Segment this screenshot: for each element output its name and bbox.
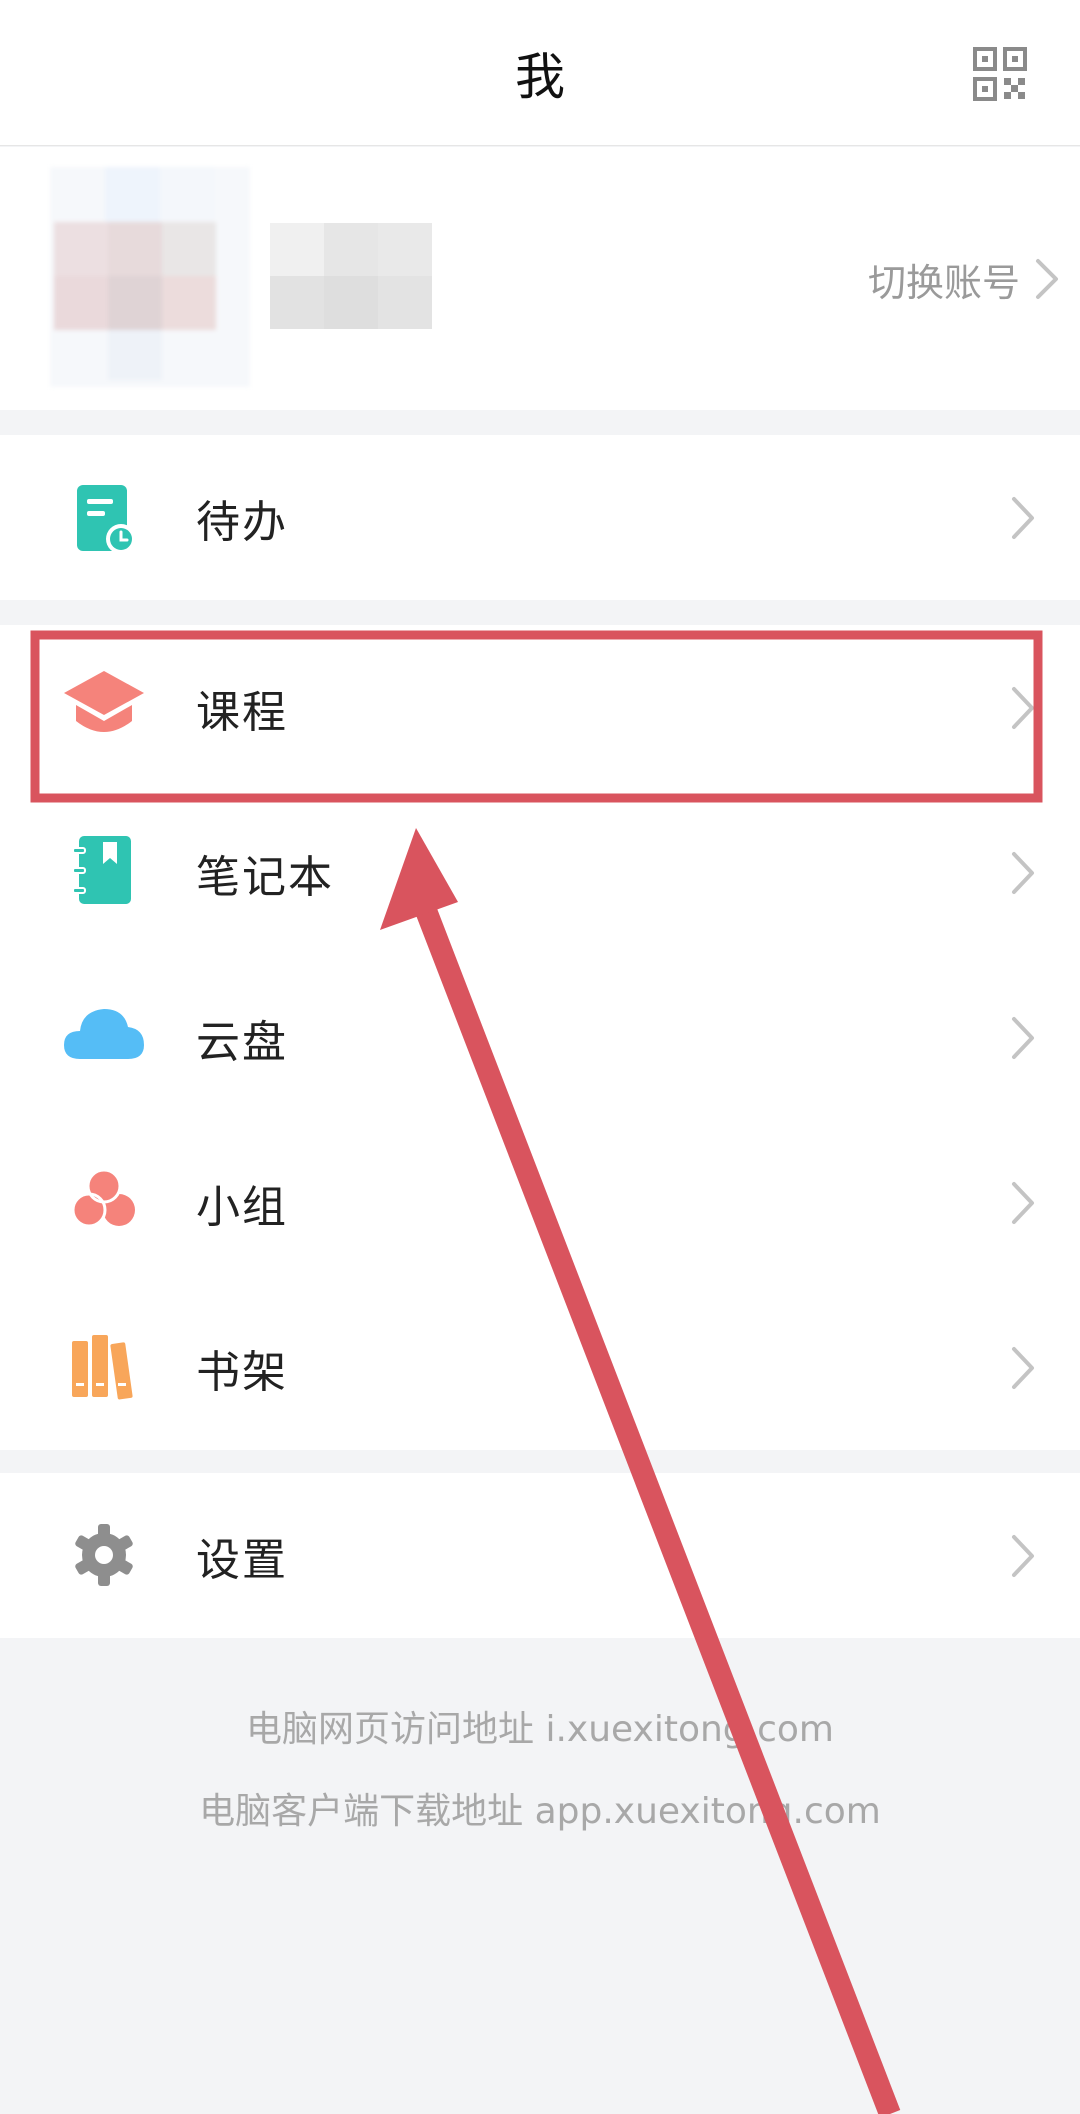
- chevron-right-icon: [1012, 1181, 1034, 1224]
- profile-card[interactable]: 切换账号: [0, 147, 1080, 410]
- menu-label: 笔记本: [196, 851, 334, 903]
- avatar[interactable]: [50, 167, 250, 387]
- chevron-right-icon: [1012, 851, 1034, 894]
- qr-code-icon[interactable]: [972, 46, 1028, 102]
- page-title: 我: [515, 48, 565, 106]
- settings-group: 设置: [0, 1473, 1080, 1638]
- gear-icon: [62, 1513, 146, 1597]
- username-blurred: [270, 223, 432, 329]
- menu-label: 书架: [196, 1346, 288, 1398]
- menu-label: 小组: [196, 1181, 288, 1233]
- chevron-right-icon: [1012, 1346, 1034, 1389]
- chevron-right-icon: [1012, 1016, 1034, 1059]
- client-download-text: 电脑客户端下载地址 app.xuexitong.com: [199, 1791, 881, 1832]
- menu-label: 设置: [196, 1534, 288, 1586]
- menu-label: 课程: [196, 686, 288, 738]
- my-page: 我 切换账号 待办 课程 笔记本 云盘 小组 书架 设置 电脑网页访问地址 i.…: [0, 0, 1080, 2114]
- menu-item-cloud[interactable]: 云盘: [0, 955, 1080, 1120]
- todo-group: 待办: [0, 435, 1080, 600]
- menu-item-course[interactable]: 课程: [0, 625, 1080, 790]
- menu-item-bookshelf[interactable]: 书架: [0, 1285, 1080, 1450]
- group-icon: [62, 1158, 146, 1242]
- web-address-text: 电脑网页访问地址 i.xuexitong.com: [246, 1709, 834, 1750]
- menu-item-todo[interactable]: 待办: [0, 435, 1080, 600]
- menu-item-settings[interactable]: 设置: [0, 1473, 1080, 1638]
- chevron-right-icon: [1012, 496, 1034, 539]
- graduation-cap-icon: [62, 663, 146, 747]
- chevron-right-icon: [1036, 259, 1058, 299]
- chevron-right-icon: [1012, 1534, 1034, 1577]
- main-menu-group: 课程 笔记本 云盘 小组 书架: [0, 625, 1080, 1450]
- menu-item-notebook[interactable]: 笔记本: [0, 790, 1080, 955]
- menu-label: 云盘: [196, 1016, 288, 1068]
- cloud-icon: [62, 993, 146, 1077]
- switch-account-button[interactable]: 切换账号: [868, 249, 1060, 309]
- bookshelf-icon: [62, 1323, 146, 1407]
- menu-label: 待办: [196, 496, 288, 548]
- todo-icon: [62, 479, 146, 563]
- notebook-icon: [62, 828, 146, 912]
- top-bar: 我: [0, 0, 1080, 146]
- chevron-right-icon: [1012, 686, 1034, 729]
- menu-item-group[interactable]: 小组: [0, 1120, 1080, 1285]
- switch-account-label: 切换账号: [867, 260, 1020, 305]
